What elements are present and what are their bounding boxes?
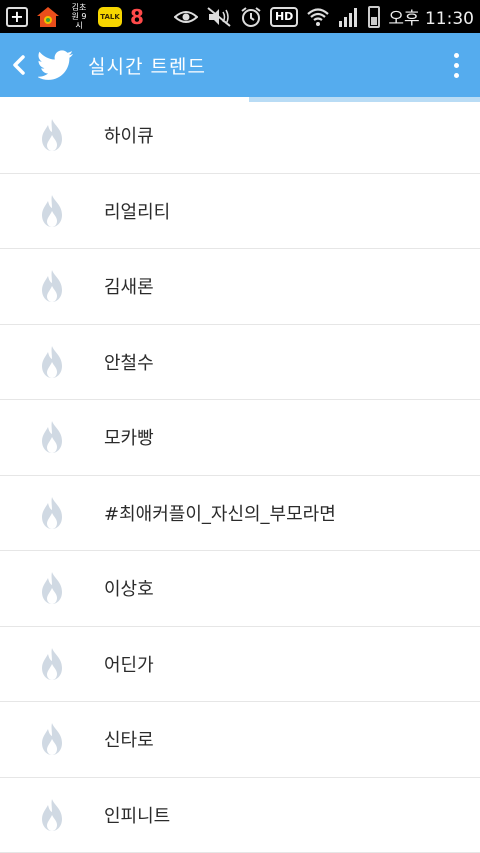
chevron-left-icon bbox=[13, 55, 25, 75]
flame-icon bbox=[42, 496, 62, 529]
page-title: 실시간 트렌드 bbox=[88, 55, 206, 78]
status-bar-right: HD 오후 11:30 bbox=[173, 0, 474, 33]
flame-icon bbox=[42, 345, 62, 378]
trend-label: 모카빵 bbox=[104, 428, 154, 450]
alarm-icon bbox=[241, 6, 261, 27]
flame-icon bbox=[42, 647, 62, 680]
silent-mode-icon bbox=[207, 6, 231, 27]
overflow-menu-icon-dot bbox=[453, 62, 459, 68]
add-notification-icon: + bbox=[6, 6, 28, 27]
flame-icon bbox=[42, 421, 62, 454]
trend-label: 안철수 bbox=[104, 352, 154, 374]
home-app-icon bbox=[37, 6, 59, 27]
overflow-menu-icon bbox=[453, 52, 459, 58]
signal-strength-icon bbox=[339, 7, 358, 27]
trend-label: 인피니트 bbox=[104, 805, 171, 827]
status-clock: 오후 11:30 bbox=[388, 9, 474, 29]
flame-icon bbox=[42, 572, 62, 605]
trend-list-item[interactable]: 인피니트 bbox=[0, 778, 480, 853]
trend-list-item[interactable]: 하이큐 bbox=[0, 98, 480, 174]
trend-label: 어딘가 bbox=[104, 654, 154, 676]
trend-list-item[interactable]: 이상호 bbox=[0, 551, 480, 627]
status-bar-left: + 김초원 9시 TALK 8 bbox=[6, 0, 144, 33]
calendar-notification-text: 김초원 9시 bbox=[71, 3, 87, 30]
back-button[interactable] bbox=[4, 33, 34, 97]
flame-icon bbox=[42, 194, 62, 227]
wifi-icon bbox=[307, 7, 330, 26]
eye-icon bbox=[173, 10, 198, 23]
trend-list-item[interactable]: 리얼리티 bbox=[0, 174, 480, 249]
flame-icon bbox=[42, 798, 62, 831]
overflow-menu-icon-dot bbox=[453, 72, 459, 78]
notification-app-icon: 8 bbox=[130, 4, 144, 29]
trend-list-item[interactable]: #최애커플이_자신의_부모라면 bbox=[0, 476, 480, 551]
battery-icon bbox=[368, 5, 381, 28]
trend-list-item[interactable]: 신타로 bbox=[0, 702, 480, 778]
flame-icon bbox=[42, 119, 62, 152]
trend-list: 하이큐 리얼리티 김새론 안철수 모카빵 #최애커플이_자신의_부모라면 이상호… bbox=[0, 98, 480, 853]
overflow-menu-button[interactable] bbox=[442, 47, 470, 83]
trend-list-item[interactable]: 김새론 bbox=[0, 249, 480, 325]
trend-label: 하이큐 bbox=[104, 126, 154, 148]
twitter-bird-icon[interactable] bbox=[38, 50, 74, 80]
trend-label: #최애커플이_자신의_부모라면 bbox=[104, 503, 336, 525]
trend-label: 리얼리티 bbox=[104, 201, 171, 223]
flame-icon bbox=[42, 270, 62, 303]
hd-voice-icon: HD bbox=[269, 6, 299, 27]
trend-label: 신타로 bbox=[104, 730, 154, 752]
kakaotalk-icon: TALK bbox=[98, 6, 122, 27]
trend-list-item[interactable]: 어딘가 bbox=[0, 627, 480, 702]
trend-label: 김새론 bbox=[104, 277, 154, 299]
flame-icon bbox=[42, 723, 62, 756]
status-bar: + 김초원 9시 TALK 8 HD 오후 11:30 bbox=[0, 0, 480, 33]
trend-list-item[interactable]: 모카빵 bbox=[0, 400, 480, 476]
app-bar: 실시간 트렌드 bbox=[0, 33, 480, 97]
trend-list-item[interactable]: 안철수 bbox=[0, 325, 480, 400]
trend-label: 이상호 bbox=[104, 579, 154, 601]
